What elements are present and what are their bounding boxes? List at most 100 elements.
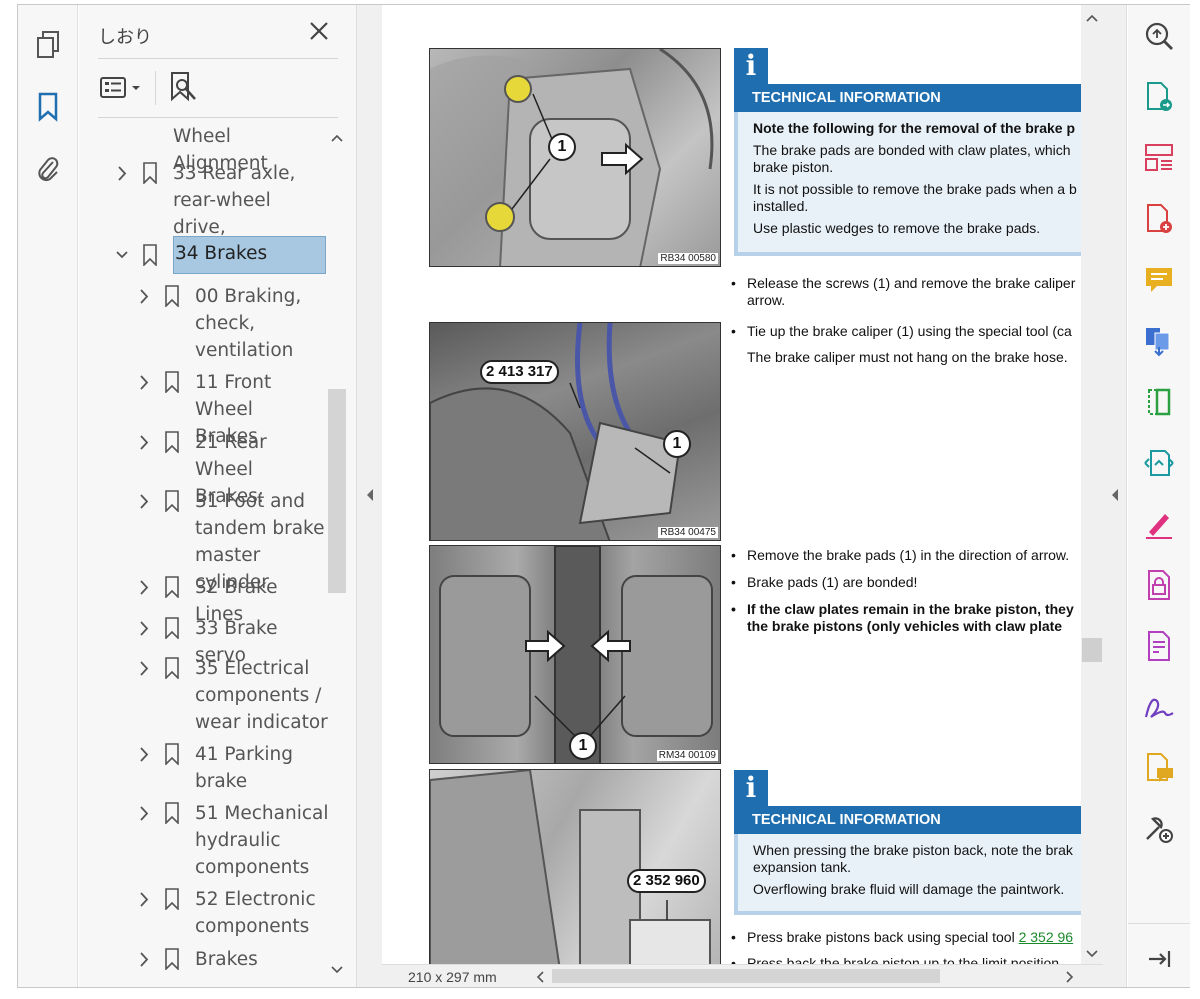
scroll-right-icon[interactable]	[1064, 971, 1074, 983]
bookmark-scrollbar[interactable]	[326, 123, 348, 985]
chevron-right-icon[interactable]	[137, 655, 151, 682]
bookmark-icon	[165, 617, 179, 639]
info-icon: i	[734, 48, 768, 84]
bookmark-icon	[165, 490, 179, 512]
info-line: It is not possible to remove the brake p…	[753, 181, 1077, 214]
bookmark-label: 00 Braking, check, ventilation	[195, 286, 302, 361]
technical-information-box: i TECHNICAL INFORMATION When pressing th…	[733, 770, 1081, 916]
bookmark-icon	[165, 576, 179, 598]
special-tool-link[interactable]: 2 352 96	[1019, 929, 1074, 945]
scrollbar-thumb[interactable]	[328, 389, 346, 593]
chevron-right-icon[interactable]	[137, 800, 151, 827]
divider	[1128, 923, 1190, 924]
navigation-rail	[18, 5, 78, 987]
instruction-bullet: Release the screws (1) and remove the br…	[731, 275, 1075, 309]
info-line: Note the following for the removal of th…	[753, 120, 1076, 136]
bookmark-icon	[165, 802, 179, 824]
scroll-down-icon[interactable]	[331, 965, 343, 975]
page-size-label: 210 x 297 mm	[408, 969, 497, 985]
attachment-icon[interactable]	[32, 153, 64, 185]
scrollbar-thumb[interactable]	[1082, 638, 1102, 662]
compare-icon[interactable]	[1143, 447, 1175, 479]
toolbar-divider	[155, 71, 156, 105]
technical-information-header: TECHNICAL INFORMATION	[734, 84, 1081, 112]
organize-pages-icon[interactable]	[1143, 142, 1175, 174]
chevron-right-icon[interactable]	[137, 283, 151, 310]
left-panel-toggle[interactable]	[356, 5, 382, 987]
document-page[interactable]: 1 RB34 00580 i TECHNICAL INFORMATION Not…	[382, 5, 1081, 964]
info-line: Use plastic wedges to remove the brake p…	[753, 220, 1041, 236]
scroll-down-icon[interactable]	[1086, 949, 1098, 959]
scroll-up-icon[interactable]	[331, 133, 343, 143]
bookmarks-panel: しおり Wheel Alignment 33 Rear axle, rear-wh…	[79, 5, 356, 987]
export-pdf-icon[interactable]	[1143, 81, 1175, 113]
collapse-right-icon[interactable]	[1110, 488, 1120, 502]
special-tool-callout: 2 352 960	[627, 869, 706, 893]
fill-sign-icon[interactable]	[1143, 508, 1175, 540]
divider	[98, 58, 338, 59]
chevron-right-icon[interactable]	[137, 946, 151, 973]
chevron-right-icon[interactable]	[115, 160, 129, 187]
zoom-icon[interactable]	[1143, 20, 1175, 52]
info-line: When pressing the brake piston back, not…	[753, 842, 1073, 875]
crop-icon[interactable]	[1143, 386, 1175, 418]
list-options-icon[interactable]	[99, 75, 147, 101]
horizontal-scrollbar[interactable]	[532, 966, 1078, 986]
protect-icon[interactable]	[1143, 569, 1175, 601]
chevron-right-icon[interactable]	[137, 369, 151, 396]
scroll-up-icon[interactable]	[1086, 13, 1098, 23]
scroll-left-icon[interactable]	[536, 971, 546, 983]
bookmark-icon	[143, 162, 157, 184]
scrollbar-thumb[interactable]	[552, 969, 940, 983]
chevron-down-icon[interactable]	[115, 242, 129, 269]
collapse-panel-icon[interactable]	[1143, 943, 1175, 975]
panel-title: しおり	[98, 27, 152, 48]
document-scrollbar[interactable]	[1081, 5, 1103, 964]
figure-code: RB34 00580	[658, 253, 718, 264]
close-icon[interactable]	[307, 19, 331, 43]
instruction-bullet: Tie up the brake caliper (1) using the s…	[731, 323, 1072, 340]
tools-pane	[1128, 5, 1190, 987]
photo-brake-caliper-screws: 1 RB34 00580	[429, 48, 721, 267]
callout-number: 1	[663, 430, 691, 458]
pages-icon[interactable]	[32, 29, 64, 61]
right-panel-toggle[interactable]	[1103, 5, 1127, 987]
figure-code: RB34 00475	[658, 527, 718, 538]
photo-tie-up-caliper: 2 413 317 1 RB34 00475	[429, 322, 721, 541]
status-bar: 210 x 297 mm	[382, 964, 1103, 987]
technical-information-box: i TECHNICAL INFORMATION Note the followi…	[733, 48, 1081, 256]
more-tools-icon[interactable]	[1143, 813, 1175, 845]
instruction-note: The brake caliper must not hang on the b…	[747, 349, 1068, 365]
collapse-left-icon[interactable]	[365, 488, 375, 502]
chevron-right-icon[interactable]	[137, 488, 151, 515]
signature-icon[interactable]	[1143, 691, 1175, 723]
chevron-right-icon[interactable]	[137, 429, 151, 456]
create-pdf-icon[interactable]	[1143, 203, 1175, 235]
chevron-right-icon[interactable]	[137, 886, 151, 913]
combine-files-icon[interactable]	[1143, 325, 1175, 357]
chevron-right-icon[interactable]	[137, 615, 151, 642]
bookmark-label: 52 Electronic components	[195, 889, 316, 937]
technical-information-body: Note the following for the removal of th…	[734, 112, 1081, 256]
send-comments-icon[interactable]	[1143, 752, 1175, 784]
instruction-bullet: Press back the brake piston up to the li…	[731, 955, 1063, 964]
bookmark-label: 51 Mechanical hydraulic components	[195, 803, 329, 878]
photo-press-brake-piston: 2 352 960	[429, 769, 721, 964]
find-bookmark-icon[interactable]	[169, 71, 199, 103]
divider	[98, 117, 338, 118]
bookmark-label: 34 Brakes	[173, 236, 326, 274]
callout-number: 1	[569, 732, 597, 760]
technical-information-header: TECHNICAL INFORMATION	[734, 806, 1081, 834]
bookmark-icon[interactable]	[32, 91, 64, 123]
instruction-bullet: If the claw plates remain in the brake p…	[731, 601, 1074, 635]
prepare-form-icon[interactable]	[1143, 630, 1175, 662]
bookmark-label: Brakes	[195, 949, 258, 970]
bookmark-icon	[165, 431, 179, 453]
special-tool-callout: 2 413 317	[480, 360, 559, 384]
info-icon: i	[734, 770, 768, 806]
chevron-right-icon[interactable]	[137, 741, 151, 768]
comment-icon[interactable]	[1143, 264, 1175, 296]
chevron-right-icon[interactable]	[137, 574, 151, 601]
bookmark-icon	[165, 743, 179, 765]
bookmark-label: 35 Electrical components / wear indicato…	[195, 658, 328, 733]
